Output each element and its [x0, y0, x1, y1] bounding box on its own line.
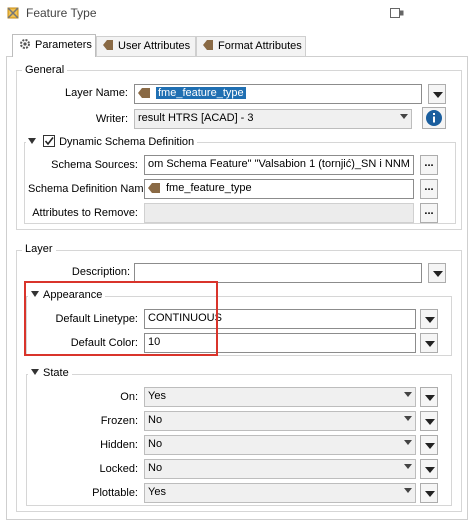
- collapse-triangle-icon[interactable]: [28, 138, 36, 144]
- locked-value: No: [148, 462, 163, 474]
- attribute-tag-icon: [148, 183, 160, 194]
- default-color-dropdown-button[interactable]: [420, 333, 438, 353]
- tab-user-attributes[interactable]: User Attributes: [96, 36, 196, 56]
- on-select[interactable]: Yes: [144, 387, 416, 407]
- tab-label: Parameters: [35, 39, 92, 51]
- window-mode-icon[interactable]: [390, 7, 404, 19]
- info-icon: [426, 110, 442, 126]
- frozen-value: No: [148, 414, 163, 426]
- on-dropdown-button[interactable]: [420, 387, 438, 407]
- plottable-dropdown-button[interactable]: [420, 483, 438, 503]
- writer-value: result HTRS [ACAD] - 3: [138, 112, 254, 124]
- state-header: State: [28, 367, 72, 379]
- description-field[interactable]: [134, 263, 422, 283]
- hidden-label: Hidden:: [100, 439, 138, 451]
- tab-label: Format Attributes: [218, 40, 302, 52]
- attrs-remove-browse-button[interactable]: ...: [420, 203, 438, 223]
- layer-name-value: fme_feature_type: [156, 87, 246, 99]
- schema-sources-label: Schema Sources:: [51, 159, 138, 171]
- checkmark-icon: [44, 137, 54, 146]
- schema-def-name-field[interactable]: fme_feature_type: [144, 179, 414, 199]
- hidden-select[interactable]: No: [144, 435, 416, 455]
- tab-label: User Attributes: [118, 40, 191, 52]
- locked-label: Locked:: [99, 463, 138, 475]
- attribute-tag-icon: [138, 88, 150, 99]
- triangle-down-icon: [433, 92, 443, 98]
- attrs-remove-label: Attributes to Remove:: [32, 207, 138, 219]
- triangle-down-icon: [425, 341, 435, 347]
- writer-label: Writer:: [95, 113, 128, 125]
- attribute-tag-icon: [103, 40, 113, 50]
- chevron-down-icon: [404, 440, 412, 445]
- general-legend: General: [22, 64, 68, 76]
- writer-select[interactable]: result HTRS [ACAD] - 3: [134, 109, 412, 129]
- schema-def-name-value: fme_feature_type: [166, 182, 252, 194]
- on-label: On:: [120, 391, 138, 403]
- hidden-dropdown-button[interactable]: [420, 435, 438, 455]
- triangle-down-icon: [425, 317, 435, 323]
- tab-bar: Parameters User Attributes Format Attrib…: [0, 30, 474, 57]
- chevron-down-icon: [400, 114, 408, 119]
- triangle-down-icon: [425, 419, 435, 425]
- dynamic-schema-checkbox[interactable]: [43, 135, 56, 147]
- chevron-down-icon: [404, 392, 412, 397]
- schema-sources-browse-button[interactable]: ...: [420, 155, 438, 175]
- title-bar: Feature Type: [0, 0, 474, 26]
- default-linetype-dropdown-button[interactable]: [420, 309, 438, 329]
- annotation-highlight-box: [24, 281, 218, 356]
- chevron-down-icon: [404, 416, 412, 421]
- triangle-down-icon: [425, 491, 435, 497]
- frozen-label: Frozen:: [100, 415, 138, 427]
- triangle-down-icon: [425, 395, 435, 401]
- plottable-value: Yes: [148, 486, 166, 498]
- hidden-value: No: [148, 438, 163, 450]
- layer-legend: Layer: [22, 243, 56, 255]
- writer-info-button[interactable]: [422, 107, 446, 129]
- description-label: Description:: [71, 266, 130, 278]
- layer-name-dropdown-button[interactable]: [428, 84, 446, 104]
- layer-name-label: Layer Name:: [65, 87, 128, 99]
- on-value: Yes: [148, 390, 166, 402]
- dynamic-schema-label: Dynamic Schema Definition: [59, 136, 195, 148]
- schema-sources-value: om Schema Feature" "Valsabion 1 (tornjić…: [148, 158, 413, 170]
- attrs-remove-field[interactable]: [144, 203, 414, 223]
- frozen-dropdown-button[interactable]: [420, 411, 438, 431]
- state-legend: State: [43, 367, 69, 379]
- feature-type-icon: [7, 7, 19, 19]
- locked-dropdown-button[interactable]: [420, 459, 438, 479]
- triangle-down-icon: [425, 443, 435, 449]
- attribute-tag-icon: [203, 40, 213, 50]
- triangle-down-icon: [425, 467, 435, 473]
- plottable-label: Plottable:: [92, 487, 138, 499]
- dynamic-schema-header: Dynamic Schema Definition: [26, 135, 198, 148]
- schema-def-name-browse-button[interactable]: ...: [420, 179, 438, 199]
- plottable-select[interactable]: Yes: [144, 483, 416, 503]
- triangle-down-icon: [433, 271, 443, 277]
- description-dropdown-button[interactable]: [428, 263, 446, 283]
- layer-name-field[interactable]: fme_feature_type: [134, 84, 422, 104]
- collapse-triangle-icon[interactable]: [31, 369, 39, 375]
- gear-icon: [20, 39, 30, 49]
- schema-def-name-label: Schema Definition Name:: [28, 183, 153, 195]
- locked-select[interactable]: No: [144, 459, 416, 479]
- window-title: Feature Type: [26, 6, 97, 20]
- schema-sources-field[interactable]: om Schema Feature" "Valsabion 1 (tornjić…: [144, 155, 414, 175]
- frozen-select[interactable]: No: [144, 411, 416, 431]
- chevron-down-icon: [404, 488, 412, 493]
- chevron-down-icon: [404, 464, 412, 469]
- tab-format-attributes[interactable]: Format Attributes: [196, 36, 306, 56]
- tab-parameters[interactable]: Parameters: [12, 34, 96, 57]
